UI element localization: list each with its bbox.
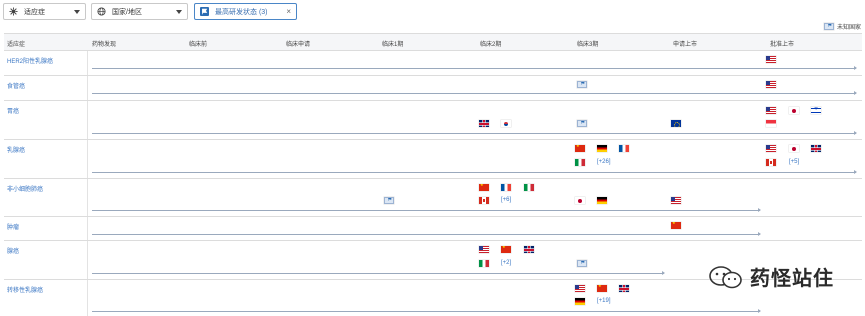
status-filter-tag[interactable]: 最高研发状态 (3) × — [194, 3, 297, 20]
us-flag-icon — [766, 145, 776, 152]
gb-flag-icon — [524, 246, 534, 253]
watermark: 药怪站住 — [708, 262, 834, 291]
column-header-approved: 批准上市 — [770, 42, 795, 48]
indication-link[interactable]: 腺癌 — [7, 246, 19, 255]
column-header-discovery: 药物发现 — [92, 42, 117, 48]
progress-bar — [92, 208, 761, 212]
status-filter-label: 最高研发状态 (3) — [215, 8, 268, 16]
unknown-flag-icon — [577, 120, 587, 127]
indication-filter-dropdown[interactable]: 适应症 — [3, 3, 86, 20]
de-flag-icon — [575, 298, 585, 305]
cn-flag-icon — [501, 246, 511, 253]
unknown-flag-icon — [823, 23, 834, 30]
watermark-text: 药怪站住 — [750, 266, 834, 290]
wechat-icon — [708, 265, 744, 289]
eu-flag-icon — [671, 120, 681, 127]
indication-link[interactable]: 转移性乳腺癌 — [7, 285, 43, 294]
cn-flag-icon — [597, 285, 607, 292]
progress-bar — [92, 232, 761, 236]
ca-flag-icon — [766, 159, 776, 166]
unknown-country-label: 未知国家 — [836, 25, 861, 31]
jp-flag-icon — [575, 197, 585, 204]
progress-bar — [92, 91, 857, 95]
progress-bar — [92, 66, 857, 70]
column-header-phase2: 临床2期 — [480, 42, 502, 48]
flag-icon — [200, 7, 209, 16]
unknown-flag-icon — [577, 81, 587, 88]
chevron-down-icon — [74, 9, 80, 14]
gb-flag-icon — [619, 285, 629, 292]
progress-bar — [92, 271, 665, 275]
sg-flag-icon — [766, 120, 776, 127]
region-filter-dropdown[interactable]: 国家/地区 — [91, 3, 188, 20]
unknown-country-legend: 未知国家 — [823, 22, 861, 31]
column-header-indication: 适应症 — [7, 42, 26, 48]
table-row[interactable]: 肿瘤 — [4, 217, 862, 241]
column-header-phase1: 临床1期 — [382, 42, 404, 48]
us-flag-icon — [575, 285, 585, 292]
region-filter-label: 国家/地区 — [112, 8, 142, 16]
table-row[interactable]: 乳腺癌 [+26] [+5] — [4, 140, 862, 179]
table-header: 适应症 药物发现 临床前 临床申请 临床1期 临床2期 临床3期 申请上市 批准… — [4, 34, 862, 51]
us-flag-icon — [479, 246, 489, 253]
column-header-ind: 临床申请 — [286, 42, 311, 48]
more-countries-link[interactable]: [+6] — [501, 197, 511, 203]
progress-bar — [92, 170, 857, 174]
indication-filter-label: 适应症 — [24, 8, 45, 16]
gb-flag-icon — [479, 120, 489, 127]
progress-bar — [92, 309, 761, 313]
us-flag-icon — [766, 56, 776, 63]
jp-flag-icon — [789, 107, 799, 114]
cn-flag-icon — [479, 184, 489, 191]
us-flag-icon — [766, 81, 776, 88]
indication-link[interactable]: 乳腺癌 — [7, 145, 25, 154]
us-flag-icon — [766, 107, 776, 114]
progress-bar — [92, 131, 857, 135]
kr-flag-icon — [501, 120, 511, 127]
il-flag-icon — [811, 107, 821, 114]
indication-link[interactable]: 非小细胞肺癌 — [7, 184, 43, 193]
more-countries-link[interactable]: [+5] — [789, 159, 799, 165]
ca-flag-icon — [479, 197, 489, 204]
close-icon[interactable]: × — [286, 7, 291, 16]
indication-link[interactable]: HER2阳性乳腺癌 — [7, 56, 53, 65]
fr-flag-icon — [619, 145, 629, 152]
cn-flag-icon — [671, 222, 681, 229]
table-row[interactable]: 胃癌 — [4, 101, 862, 140]
column-header-nda: 申请上市 — [673, 42, 698, 48]
more-countries-link[interactable]: [+19] — [597, 298, 611, 304]
table-row[interactable]: HER2阳性乳腺癌 — [4, 51, 862, 76]
table-row[interactable]: 食管癌 — [4, 76, 862, 101]
globe-icon — [97, 7, 106, 16]
it-flag-icon — [479, 260, 489, 267]
chevron-down-icon — [176, 9, 182, 14]
fr-flag-icon — [501, 184, 511, 191]
us-flag-icon — [671, 197, 681, 204]
jp-flag-icon — [789, 145, 799, 152]
indication-link[interactable]: 食管癌 — [7, 81, 25, 90]
indication-link[interactable]: 胃癌 — [7, 106, 19, 115]
table-row[interactable]: 非小细胞肺癌 [+6] — [4, 179, 862, 217]
column-header-preclinical: 临床前 — [189, 42, 208, 48]
indication-link[interactable]: 肿瘤 — [7, 222, 19, 231]
unknown-flag-icon — [384, 197, 394, 204]
de-flag-icon — [597, 145, 607, 152]
gb-flag-icon — [811, 145, 821, 152]
more-countries-link[interactable]: [+26] — [597, 159, 611, 165]
de-flag-icon — [597, 197, 607, 204]
cn-flag-icon — [575, 145, 585, 152]
it-flag-icon — [524, 184, 534, 191]
unknown-flag-icon — [577, 260, 587, 267]
virus-icon — [9, 7, 18, 16]
column-header-phase3: 临床3期 — [577, 42, 599, 48]
more-countries-link[interactable]: [+2] — [501, 260, 511, 266]
it-flag-icon — [575, 159, 585, 166]
